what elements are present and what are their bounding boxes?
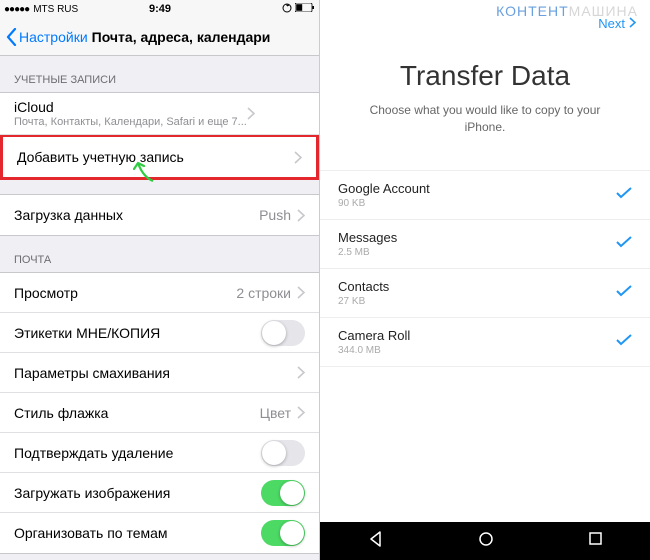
item-size: 90 KB: [338, 198, 616, 209]
chevron-right-icon: [629, 16, 636, 31]
transfer-list: Google Account 90 KB Messages 2.5 MB Con…: [320, 170, 650, 367]
transfer-subtitle: Choose what you would like to copy to yo…: [320, 102, 650, 136]
item-size: 2.5 MB: [338, 247, 616, 258]
fetch-label: Загрузка данных: [14, 207, 259, 223]
transfer-item-messages[interactable]: Messages 2.5 MB: [320, 220, 650, 269]
swipe-options-cell[interactable]: Параметры смахивания: [0, 353, 319, 393]
load-images-label: Загружать изображения: [14, 485, 261, 501]
preview-cell[interactable]: Просмотр 2 строки: [0, 273, 319, 313]
item-name: Contacts: [338, 279, 616, 294]
organize-thread-cell[interactable]: Организовать по темам: [0, 513, 319, 553]
highlight-annotation: Добавить учетную запись: [0, 134, 319, 180]
confirm-delete-switch[interactable]: [261, 440, 305, 466]
icloud-cell[interactable]: iCloud Почта, Контакты, Календари, Safar…: [0, 93, 319, 135]
chevron-right-icon: [297, 286, 305, 299]
swipe-label: Параметры смахивания: [14, 365, 297, 381]
tocc-cell[interactable]: Этикетки МНЕ/КОПИЯ: [0, 313, 319, 353]
add-account-cell[interactable]: Добавить учетную запись: [3, 137, 316, 177]
transfer-item-google[interactable]: Google Account 90 KB: [320, 171, 650, 220]
flag-style-cell[interactable]: Стиль флажка Цвет: [0, 393, 319, 433]
back-button[interactable]: Настройки: [6, 28, 88, 46]
section-header-mail: ПОЧТА: [0, 236, 319, 272]
confirm-delete-cell[interactable]: Подтверждать удаление: [0, 433, 319, 473]
home-nav-icon[interactable]: [478, 531, 494, 552]
check-icon: [616, 333, 632, 351]
flag-label: Стиль флажка: [14, 405, 260, 421]
ios-status-bar: ●●●●● MTS RUS 9:49: [0, 0, 319, 18]
fetch-value: Push: [259, 207, 291, 223]
item-size: 27 KB: [338, 296, 616, 307]
check-icon: [616, 186, 632, 204]
section-header-accounts: УЧЕТНЫЕ ЗАПИСИ: [0, 56, 319, 92]
clock-label: 9:49: [0, 3, 320, 15]
next-button[interactable]: Next: [598, 16, 636, 31]
back-nav-icon[interactable]: [367, 530, 385, 553]
ios-nav-bar: Настройки Почта, адреса, календари: [0, 18, 319, 56]
chevron-right-icon: [247, 107, 255, 120]
organize-switch[interactable]: [261, 520, 305, 546]
icloud-title: iCloud: [14, 99, 247, 115]
chevron-right-icon: [297, 406, 305, 419]
check-icon: [616, 235, 632, 253]
item-name: Messages: [338, 230, 616, 245]
item-size: 344.0 MB: [338, 345, 616, 356]
transfer-item-contacts[interactable]: Contacts 27 KB: [320, 269, 650, 318]
transfer-title: Transfer Data: [320, 60, 650, 92]
chevron-right-icon: [297, 366, 305, 379]
chevron-right-icon: [297, 209, 305, 222]
android-header: Next: [320, 0, 650, 34]
next-label: Next: [598, 16, 625, 31]
page-title: Почта, адреса, календари: [92, 29, 271, 45]
organize-label: Организовать по темам: [14, 525, 261, 541]
flag-value: Цвет: [260, 405, 291, 421]
tocc-switch[interactable]: [261, 320, 305, 346]
back-label: Настройки: [19, 29, 88, 45]
load-images-cell[interactable]: Загружать изображения: [0, 473, 319, 513]
preview-value: 2 строки: [236, 285, 291, 301]
tocc-label: Этикетки МНЕ/КОПИЯ: [14, 325, 261, 341]
ios-settings-screen: ●●●●● MTS RUS 9:49 Настройки Почта, адре…: [0, 0, 320, 560]
item-name: Google Account: [338, 181, 616, 196]
android-transfer-screen: КОНТЕНТМАШИНА Next Transfer Data Choose …: [320, 0, 650, 560]
item-name: Camera Roll: [338, 328, 616, 343]
confirm-delete-label: Подтверждать удаление: [14, 445, 261, 461]
icloud-subtitle: Почта, Контакты, Календари, Safari и еще…: [14, 116, 247, 128]
preview-label: Просмотр: [14, 285, 236, 301]
android-nav-bar: [320, 522, 650, 560]
add-account-label: Добавить учетную запись: [17, 149, 294, 165]
recent-nav-icon[interactable]: [588, 531, 603, 551]
chevron-right-icon: [294, 151, 302, 164]
load-images-switch[interactable]: [261, 480, 305, 506]
transfer-item-camera-roll[interactable]: Camera Roll 344.0 MB: [320, 318, 650, 367]
fetch-data-cell[interactable]: Загрузка данных Push: [0, 195, 319, 235]
check-icon: [616, 284, 632, 302]
